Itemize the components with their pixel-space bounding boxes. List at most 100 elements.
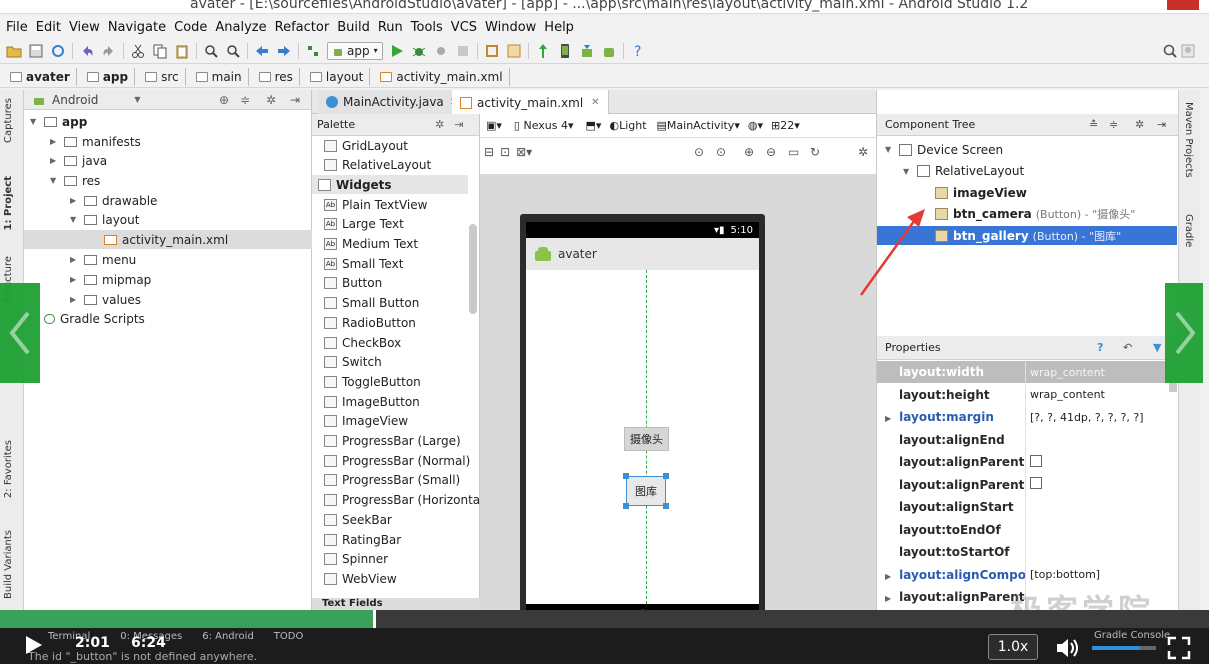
menu-window[interactable]: Window	[485, 20, 536, 35]
hide-panel-icon[interactable]: ⇥	[454, 118, 463, 131]
palette-item[interactable]: Ab Small Text	[324, 254, 403, 273]
paste-icon[interactable]	[174, 43, 190, 59]
activity-selector[interactable]: ▤MainActivity▾	[657, 119, 740, 132]
scroll-from-source-icon[interactable]: ⊕	[219, 93, 229, 107]
palette-section[interactable]: Widgets	[312, 175, 468, 195]
resize-handle[interactable]	[623, 503, 629, 509]
project-tool-tab[interactable]: 1: Project	[3, 176, 14, 231]
gear-icon[interactable]: ✲	[266, 93, 276, 107]
chevron-down-icon[interactable]: ▼	[885, 145, 899, 154]
breadcrumb-layout[interactable]: layout	[309, 67, 371, 86]
component-tree-item[interactable]: ▼ Device Screen	[885, 140, 1003, 159]
palette-item[interactable]: Spinner	[324, 550, 388, 569]
menu-tools[interactable]: Tools	[411, 20, 443, 35]
chevron-right-icon[interactable]: ▶	[50, 156, 64, 165]
next-slide-button[interactable]	[1165, 283, 1203, 383]
layout-file-icon[interactable]: ▣▾	[486, 119, 502, 132]
resize-handle[interactable]	[663, 473, 669, 479]
captures-tab[interactable]: Captures	[3, 98, 14, 143]
sync-icon[interactable]	[50, 43, 66, 59]
palette-item[interactable]: ProgressBar (Small)	[324, 471, 460, 490]
gear-icon[interactable]: ✲	[435, 118, 444, 131]
cut-icon[interactable]	[130, 43, 146, 59]
property-row[interactable]: ▶ layout:alignComponent [top:bottom]	[877, 563, 1167, 586]
playback-speed-button[interactable]: 1.0x	[988, 634, 1038, 660]
breadcrumb-src[interactable]: src	[145, 67, 186, 86]
palette-item[interactable]: ImageView	[324, 412, 408, 431]
breadcrumb-app[interactable]: app	[86, 67, 136, 86]
progress-handle[interactable]	[372, 610, 376, 628]
palette-item[interactable]: Ab Large Text	[324, 215, 404, 234]
palette-item[interactable]: Ab Plain TextView	[324, 195, 427, 214]
expand-all-icon[interactable]: ≛	[1089, 118, 1098, 131]
tree-item[interactable]: ▶ drawable	[70, 191, 157, 210]
gear-icon[interactable]: ✲	[1135, 118, 1144, 131]
favorites-tool-tab[interactable]: 2: Favorites	[3, 440, 14, 498]
chevron-down-icon[interactable]: ▼	[70, 215, 84, 224]
help-icon[interactable]: ?	[1097, 341, 1103, 354]
sdk-manager-icon[interactable]	[579, 43, 595, 59]
checkbox[interactable]	[1030, 477, 1042, 489]
redo-icon[interactable]	[101, 43, 117, 59]
open-folder-icon[interactable]	[6, 43, 22, 59]
tree-item[interactable]: ▼ app	[30, 112, 87, 131]
btn-camera-preview[interactable]: 摄像头	[624, 427, 669, 451]
menu-navigate[interactable]: Navigate	[108, 20, 166, 35]
api-selector[interactable]: ⊞22▾	[771, 119, 800, 132]
palette-scrollbar[interactable]	[469, 224, 477, 314]
palette-item[interactable]: CheckBox	[324, 333, 401, 352]
chevron-down-icon[interactable]: ▼	[50, 176, 64, 185]
property-value[interactable]	[1026, 477, 1042, 492]
palette-item[interactable]: GridLayout	[324, 136, 408, 155]
palette-item[interactable]: ProgressBar (Normal)	[324, 451, 470, 470]
property-row[interactable]: layout:alignEnd	[877, 428, 1167, 451]
zoom-out-icon[interactable]: ⊖	[766, 145, 776, 159]
tree-item[interactable]: ▶ values	[70, 290, 141, 309]
refresh-icon[interactable]: ↻	[810, 145, 820, 159]
avd-manager-icon[interactable]	[557, 43, 573, 59]
menu-analyze[interactable]: Analyze	[215, 20, 266, 35]
forward-icon[interactable]	[276, 43, 292, 59]
gradle-sync-icon[interactable]	[535, 43, 551, 59]
palette-item[interactable]: ProgressBar (Horizonta	[324, 491, 480, 510]
tree-item[interactable]: ▶ manifests	[50, 132, 141, 151]
build-variants-tab[interactable]: Build Variants	[3, 530, 14, 599]
gradle-tab[interactable]: Gradle	[1183, 214, 1194, 247]
menu-refactor[interactable]: Refactor	[275, 20, 330, 35]
menu-edit[interactable]: Edit	[36, 20, 61, 35]
fit-icon[interactable]: ⊡	[500, 145, 510, 159]
hide-panel-icon[interactable]: ⇥	[290, 93, 300, 107]
palette-item[interactable]: Ab Medium Text	[324, 235, 418, 254]
android-monitor-icon[interactable]	[601, 43, 617, 59]
chevron-right-icon[interactable]: ▶	[885, 594, 891, 603]
tree-item[interactable]: ▶ java	[50, 151, 107, 170]
previous-slide-button[interactable]	[0, 283, 40, 383]
palette-item[interactable]: Button	[324, 274, 382, 293]
menu-vcs[interactable]: VCS	[451, 20, 477, 35]
gradle-console-tab[interactable]: Gradle Console	[1094, 630, 1170, 641]
breadcrumb-project[interactable]: avater	[10, 67, 77, 86]
orientation-icon[interactable]: ⬒▾	[586, 119, 602, 132]
android-tab[interactable]: 6: Android	[202, 631, 254, 642]
chevron-down-icon[interactable]: ▼	[30, 117, 44, 126]
breadcrumb-file[interactable]: activity_main.xml	[380, 67, 510, 86]
component-tree-item[interactable]: ▼ RelativeLayout	[903, 162, 1024, 181]
tree-item[interactable]: activity_main.xml	[24, 230, 312, 249]
zoom-actual-icon[interactable]: ⊙	[716, 145, 726, 159]
layout-grid-icon[interactable]: ⊟	[484, 145, 494, 159]
find-icon[interactable]	[203, 43, 219, 59]
tree-item[interactable]: ▶ mipmap	[70, 270, 151, 289]
chevron-down-icon[interactable]: ▼	[903, 167, 917, 176]
back-icon[interactable]	[254, 43, 270, 59]
property-value[interactable]: wrap_content	[1026, 388, 1105, 401]
tree-item[interactable]: Gradle Scripts	[30, 309, 145, 328]
checkbox[interactable]	[1030, 454, 1042, 467]
palette-item[interactable]: RelativeLayout	[324, 156, 431, 175]
run-icon[interactable]	[389, 43, 405, 59]
tab-mainactivity-java[interactable]: MainActivity.java ✕	[318, 90, 468, 114]
project-view-selector[interactable]: Android	[52, 93, 98, 107]
chevron-right-icon[interactable]: ▶	[70, 275, 84, 284]
menu-file[interactable]: File	[6, 20, 28, 35]
chevron-right-icon[interactable]: ▶	[885, 572, 891, 581]
save-icon[interactable]	[28, 43, 44, 59]
